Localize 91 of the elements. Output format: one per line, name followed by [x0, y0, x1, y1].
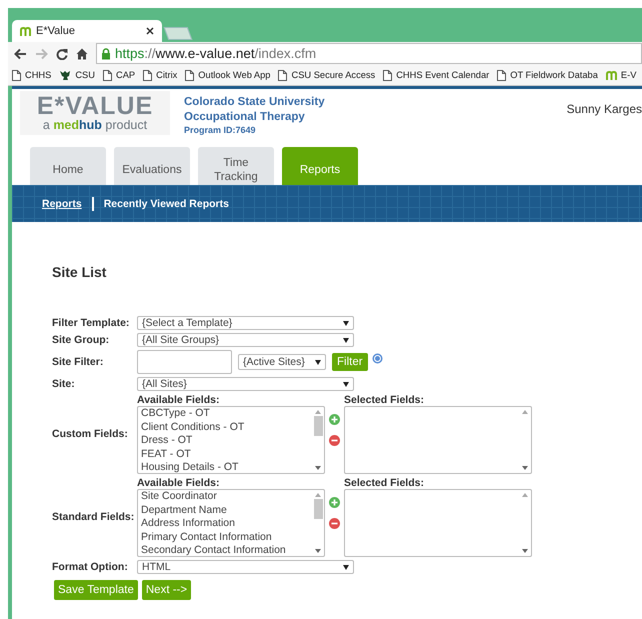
dropdown-caret-icon [343, 338, 349, 342]
bookmark-link[interactable]: CAP [102, 70, 136, 80]
field-listbox[interactable] [344, 406, 532, 474]
page-icon [383, 70, 392, 80]
page-icon [278, 70, 288, 80]
dropdown-select[interactable]: {All Sites} [137, 377, 354, 391]
page-icon [12, 70, 21, 80]
ram-logo-icon [59, 70, 72, 80]
list-heading: Available Fields: [137, 394, 220, 406]
page-icon [102, 70, 112, 80]
padlock-icon [101, 48, 111, 60]
subnav-link[interactable]: Reports [42, 198, 82, 210]
field-label: Custom Fields: [52, 428, 129, 440]
dropdown-select[interactable]: {Active Sites} [238, 354, 326, 370]
address-bar[interactable]: https://www.e-value.net/index.cfm [96, 43, 642, 64]
list-heading: Selected Fields: [344, 394, 425, 406]
reload-icon[interactable] [56, 48, 68, 60]
help-icon[interactable] [372, 352, 383, 364]
evalue-logo[interactable]: E*VALUE a medhub product [20, 91, 170, 135]
field-option[interactable]: Site Coordinator [141, 490, 309, 504]
medhub-m-icon [20, 26, 31, 36]
add-icon[interactable] [329, 497, 340, 508]
field-listbox[interactable]: Site Coordinator Department Name Address Information Primary Contact Information Secondary Contact Information [137, 489, 325, 557]
user-name[interactable]: Sunny Karges [566, 102, 642, 116]
organization-name: Occupational Therapy [184, 110, 306, 125]
field-label: Format Option: [52, 561, 129, 573]
site-filter-input[interactable] [137, 350, 232, 374]
bookmark-link[interactable]: E-V [606, 70, 636, 80]
url-text: https://www.e-value.net/index.cfm [115, 46, 316, 61]
page-icon [185, 70, 194, 80]
program-id: Program ID:7649 [184, 125, 257, 136]
browser-tab[interactable]: E*Value [12, 20, 162, 42]
field-option[interactable]: Secondary Contact Information [141, 544, 309, 556]
bookmark-link[interactable]: CHHS Event Calendar [383, 70, 490, 80]
field-option[interactable]: CBCType - OT [141, 407, 309, 420]
scroll-down-arrow-icon[interactable] [522, 549, 528, 553]
list-heading: Available Fields: [137, 477, 220, 489]
nav-tab[interactable]: Home [30, 147, 106, 185]
scroll-up-arrow-icon[interactable] [315, 410, 321, 414]
bookmark-link[interactable]: Citrix [143, 70, 178, 80]
field-option[interactable]: Address Information [141, 517, 309, 530]
bookmark-link[interactable]: CSU Secure Access [278, 70, 376, 80]
dropdown-caret-icon [343, 382, 349, 386]
dropdown-caret-icon [343, 320, 349, 326]
subnav-link[interactable]: Recently Viewed Reports [104, 198, 229, 210]
scroll-down-arrow-icon[interactable] [522, 466, 528, 470]
bookmark-link[interactable]: CSU [59, 70, 95, 80]
scroll-down-arrow-icon[interactable] [315, 549, 321, 553]
page-icon [497, 70, 506, 80]
field-listbox[interactable]: CBCType - OT Client Conditions - OT Dress - OT FEAT - OT Housing Details - OT [137, 406, 325, 474]
back-arrow-icon[interactable] [14, 48, 27, 60]
organization-name: Colorado State University [184, 95, 325, 110]
bookmark-link[interactable]: CHHS [12, 70, 52, 80]
field-option[interactable]: Department Name [141, 504, 309, 517]
field-option[interactable]: Dress - OT [141, 434, 309, 448]
field-label: Standard Fields: [52, 511, 136, 523]
scroll-down-arrow-icon[interactable] [315, 466, 321, 470]
scrollbar-thumb[interactable] [314, 416, 322, 436]
field-label: Filter Template: [52, 317, 130, 329]
bookmark-link[interactable]: Outlook Web App [185, 70, 270, 80]
close-icon[interactable] [146, 27, 154, 35]
field-option[interactable]: Primary Contact Information [141, 530, 309, 544]
list-heading: Selected Fields: [344, 477, 425, 489]
dropdown-select[interactable]: {Select a Template} [137, 316, 354, 330]
scrollbar-thumb[interactable] [314, 499, 322, 519]
field-label: Site Group: [52, 334, 110, 346]
page-icon [143, 70, 152, 80]
home-icon[interactable] [76, 48, 88, 60]
nav-tab[interactable]: Time Tracking [198, 147, 274, 185]
field-listbox[interactable] [344, 489, 532, 557]
scroll-up-arrow-icon[interactable] [522, 410, 528, 414]
dropdown-caret-icon [315, 360, 321, 364]
add-icon[interactable] [329, 414, 340, 425]
nav-tab[interactable]: Evaluations [114, 147, 190, 185]
field-option[interactable]: Housing Details - OT [141, 461, 309, 473]
dropdown-select[interactable]: {All Site Groups} [137, 333, 354, 347]
page-title: Site List [52, 264, 108, 280]
new-tab-button[interactable] [164, 27, 192, 40]
field-option[interactable]: FEAT - OT [141, 448, 309, 461]
dropdown-select[interactable]: HTML [137, 560, 354, 574]
scroll-up-arrow-icon[interactable] [315, 493, 321, 497]
medhub-m-icon [606, 70, 617, 80]
field-label: Site Filter: [52, 356, 104, 368]
forward-arrow-icon[interactable] [35, 48, 48, 60]
remove-icon[interactable] [329, 435, 340, 446]
remove-icon[interactable] [329, 518, 340, 529]
field-label: Site: [52, 378, 76, 390]
dropdown-caret-icon [343, 564, 349, 570]
field-option[interactable]: Client Conditions - OT [141, 420, 309, 434]
scroll-up-arrow-icon[interactable] [522, 493, 528, 497]
bookmark-link[interactable]: OT Fieldwork Databa [497, 70, 598, 80]
